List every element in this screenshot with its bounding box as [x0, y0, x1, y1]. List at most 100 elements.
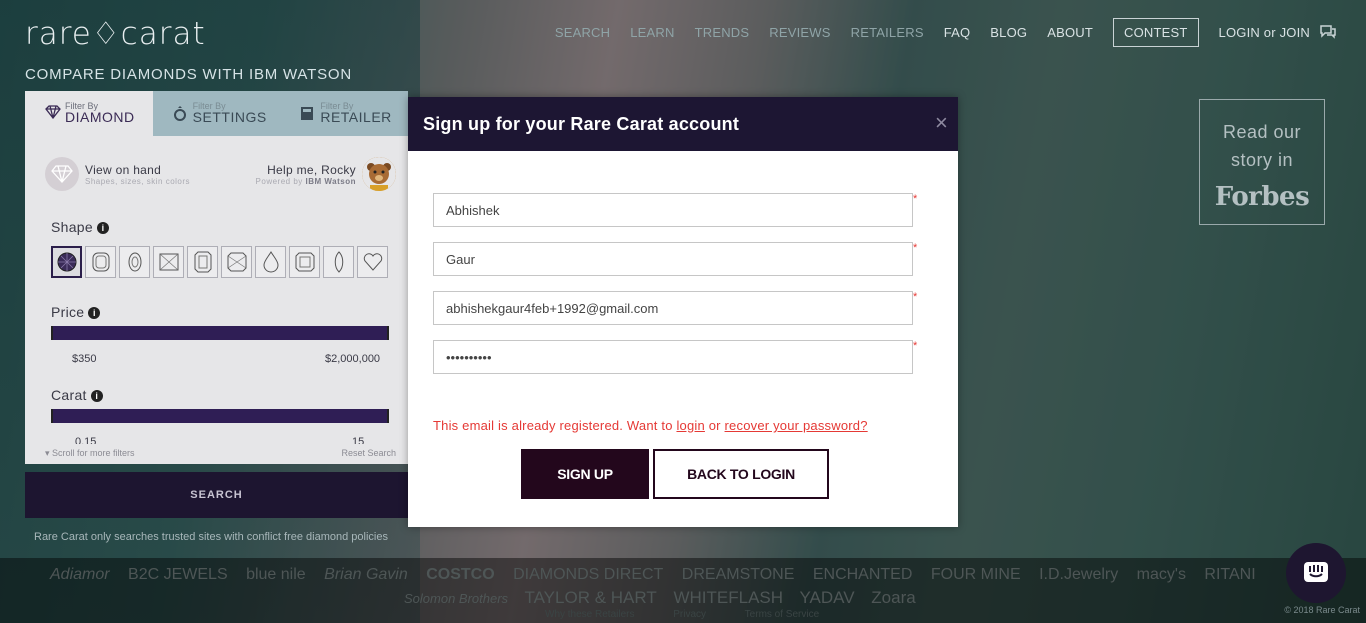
- error-message: This email is already registered. Want t…: [433, 418, 868, 433]
- back-to-login-button[interactable]: BACK TO LOGIN: [653, 449, 829, 499]
- nav-reviews[interactable]: REVIEWS: [769, 25, 830, 40]
- nav-blog[interactable]: BLOG: [990, 25, 1027, 40]
- retailer-logo[interactable]: B2C JEWELS: [128, 566, 228, 583]
- shape-marquise[interactable]: [323, 246, 354, 278]
- forbes-banner[interactable]: Read our story in Forbes: [1199, 99, 1325, 225]
- shape-label: Shape i: [51, 219, 109, 235]
- retailer-logo[interactable]: Solomon Brothers: [404, 591, 508, 606]
- shape-pear[interactable]: [255, 246, 286, 278]
- tab-diamond[interactable]: Filter By DIAMOND: [25, 91, 153, 136]
- top-nav: SEARCH LEARN TRENDS REVIEWS RETAILERS FA…: [535, 17, 1336, 47]
- shape-round[interactable]: [51, 246, 82, 278]
- rare-carat-logo[interactable]: rare♢carat: [25, 16, 206, 52]
- rocky-avatar: [362, 157, 396, 191]
- retailer-logo[interactable]: Brian Gavin: [324, 566, 408, 583]
- shape-radiant[interactable]: [221, 246, 252, 278]
- ring-icon: [173, 106, 186, 121]
- login-link[interactable]: login: [676, 418, 704, 433]
- price-label: Price i: [51, 304, 101, 320]
- help-rocky-title: Help me, Rocky: [267, 162, 356, 177]
- carat-label: Carat i: [51, 387, 103, 403]
- forbes-line1: Read our: [1222, 122, 1302, 142]
- shape-selector: [51, 246, 391, 278]
- retailer-logo[interactable]: macy's: [1137, 566, 1186, 583]
- required-mark: *: [913, 291, 918, 303]
- retailer-logo[interactable]: TAYLOR & HART: [524, 588, 656, 607]
- view-on-hand-title: View on hand: [85, 162, 162, 177]
- retailer-logo[interactable]: YADAV: [799, 588, 854, 607]
- view-on-hand-sub: Shapes, sizes, skin colors: [85, 176, 191, 186]
- shape-emerald[interactable]: [187, 246, 218, 278]
- nav-about[interactable]: ABOUT: [1047, 25, 1093, 40]
- retailer-logo[interactable]: RITANI: [1204, 566, 1255, 583]
- retailer-logo[interactable]: I.D.Jewelry: [1039, 566, 1118, 583]
- nav-search[interactable]: SEARCH: [555, 25, 610, 40]
- retailer-logo[interactable]: Zoara: [871, 588, 915, 607]
- retailer-logo[interactable]: DREAMSTONE: [682, 566, 795, 583]
- sign-up-button[interactable]: SIGN UP: [521, 449, 649, 499]
- required-mark: *: [913, 242, 918, 254]
- gem-icon: [45, 157, 79, 191]
- retailer-logo[interactable]: Adiamor: [50, 566, 110, 583]
- footer-link-why[interactable]: Why these Retailers: [545, 609, 634, 620]
- shape-oval[interactable]: [119, 246, 150, 278]
- info-icon: i: [88, 307, 101, 319]
- footer-link-terms[interactable]: Terms of Service: [745, 609, 819, 620]
- help-rocky[interactable]: Help me, Rocky Powered by IBM Watson: [256, 157, 396, 191]
- trusted-note: Rare Carat only searches trusted sites w…: [34, 531, 388, 543]
- info-icon: i: [96, 222, 109, 234]
- price-max: $2,000,000: [325, 353, 381, 365]
- retailer-logo[interactable]: DIAMONDS DIRECT: [513, 566, 663, 583]
- nav-contest[interactable]: CONTEST: [1113, 17, 1199, 47]
- shape-asscher[interactable]: [289, 246, 320, 278]
- retailer-logo[interactable]: WHITEFLASH: [673, 588, 783, 607]
- retailer-logos-row1: Adiamor B2C JEWELS blue nile Brian Gavin…: [50, 566, 1270, 584]
- nav-faq[interactable]: FAQ: [944, 25, 971, 40]
- info-icon: i: [90, 390, 103, 402]
- retailer-logo[interactable]: COSTCO: [426, 566, 494, 583]
- tagline: COMPARE DIAMONDS WITH IBM WATSON: [25, 66, 352, 83]
- forbes-logo: Forbes: [1214, 182, 1310, 212]
- store-icon: [301, 107, 314, 120]
- reset-search[interactable]: Reset Search: [341, 448, 396, 458]
- signup-modal: Sign up for your Rare Carat account × * …: [408, 97, 958, 527]
- carat-slider[interactable]: [51, 409, 389, 423]
- filter-panel: Filter By DIAMOND Filter By SETTINGS Fil…: [25, 91, 409, 464]
- carat-min: 0.15: [75, 436, 97, 444]
- close-icon[interactable]: ×: [935, 110, 948, 136]
- retailer-logo[interactable]: FOUR MINE: [931, 566, 1021, 583]
- tab-settings[interactable]: Filter By SETTINGS: [152, 91, 281, 136]
- price-slider[interactable]: [51, 326, 389, 340]
- price-min: $350: [72, 353, 97, 365]
- diamond-icon: [45, 105, 61, 119]
- tab-retailer[interactable]: Filter By RETAILER: [280, 91, 409, 136]
- first-name-field[interactable]: [433, 193, 913, 227]
- chat-icon: [1304, 562, 1328, 582]
- email-field[interactable]: [433, 291, 913, 325]
- shape-heart[interactable]: [357, 246, 388, 278]
- carat-max: 15: [352, 436, 365, 444]
- chat-launcher-button[interactable]: [1286, 543, 1346, 603]
- last-name-field[interactable]: [433, 242, 913, 276]
- password-field[interactable]: [433, 340, 913, 374]
- modal-title: Sign up for your Rare Carat account: [423, 114, 740, 134]
- tab-retailer-label: RETAILER: [320, 109, 392, 125]
- shape-princess[interactable]: [153, 246, 184, 278]
- required-mark: *: [913, 340, 918, 352]
- view-on-hand[interactable]: View on hand Shapes, sizes, skin colors: [45, 157, 190, 191]
- nav-retailers[interactable]: RETAILERS: [851, 25, 924, 40]
- nav-learn[interactable]: LEARN: [630, 25, 674, 40]
- recover-password-link[interactable]: recover your password?: [725, 418, 868, 433]
- chat-icon[interactable]: [1320, 25, 1336, 39]
- retailer-logo[interactable]: ENCHANTED: [813, 566, 913, 583]
- modal-header: Sign up for your Rare Carat account ×: [408, 97, 958, 151]
- shape-cushion[interactable]: [85, 246, 116, 278]
- footer-link-privacy[interactable]: Privacy: [673, 609, 706, 620]
- nav-login-join[interactable]: LOGIN or JOIN: [1219, 25, 1310, 40]
- powered-by-brand: IBM Watson: [305, 176, 356, 186]
- search-button[interactable]: SEARCH: [25, 472, 408, 518]
- retailer-logo[interactable]: blue nile: [246, 566, 306, 583]
- nav-trends[interactable]: TRENDS: [695, 25, 750, 40]
- footer-links: Why these Retailers Privacy Terms of Ser…: [545, 609, 855, 620]
- scroll-more: ▾ Scroll for more filters: [45, 448, 135, 458]
